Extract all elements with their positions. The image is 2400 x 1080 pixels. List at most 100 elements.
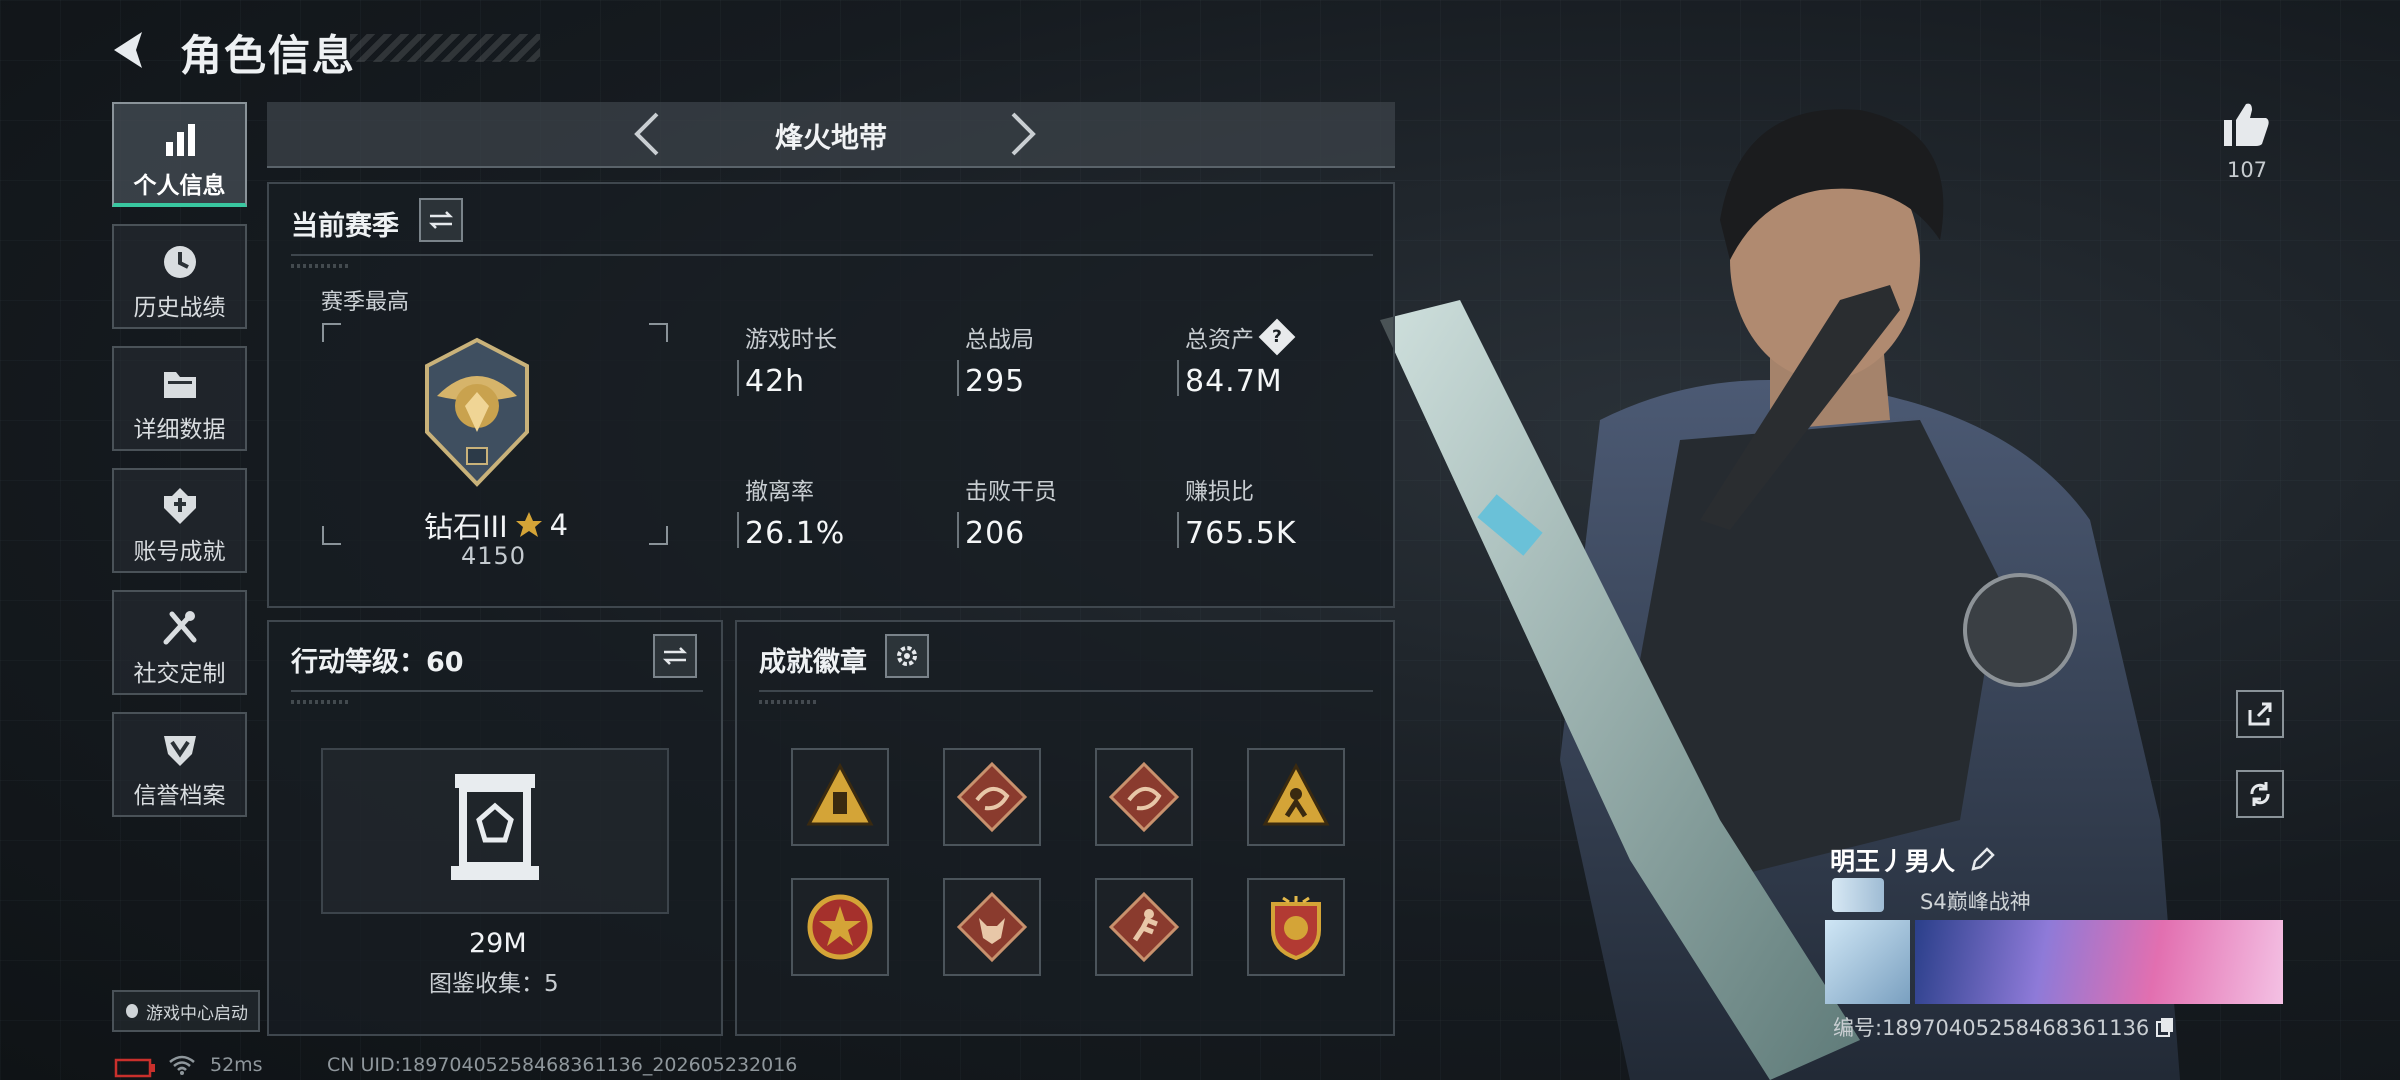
share-button[interactable] xyxy=(2236,690,2284,738)
collection-value: 29M xyxy=(469,928,527,959)
player-name-text: 明王丿男人 xyxy=(1830,847,1956,876)
stat-label-text: 游戏时长 xyxy=(745,327,837,353)
chevron-right-icon[interactable] xyxy=(997,110,1045,158)
star-icon xyxy=(515,512,542,537)
mode-selector: 烽火地带 xyxy=(267,102,1395,168)
bar-chart-icon xyxy=(166,124,195,156)
stat-label: 游戏时长 xyxy=(745,320,945,354)
badge-settings-button[interactable] xyxy=(885,634,929,678)
stat-profit-ratio: 赚损比 765.5K xyxy=(1177,472,1385,551)
game-center-launch-button[interactable]: 游戏中心启动 xyxy=(112,990,260,1032)
share-icon xyxy=(2248,702,2272,726)
badges-title: 成就徽章 xyxy=(759,647,867,678)
achievement-icon xyxy=(164,488,196,524)
stat-marker xyxy=(1177,512,1179,548)
collection-count: 图鉴收集：5 xyxy=(429,971,559,997)
stat-label: 撤离率 xyxy=(745,472,945,506)
season-switch-button[interactable] xyxy=(419,198,463,242)
diamond-rank-emblem-icon xyxy=(425,337,529,487)
badge-slot-1[interactable] xyxy=(791,748,889,846)
stat-value: 765.5K xyxy=(1185,516,1297,551)
divider xyxy=(291,254,1373,256)
title-decoration xyxy=(350,34,540,62)
stat-value: 206 xyxy=(965,516,1026,551)
stat-extract-rate: 撤离率 26.1% xyxy=(737,472,945,551)
stat-marker xyxy=(957,512,959,548)
sidebar-item-detailed-data[interactable]: 详细数据 xyxy=(112,346,247,451)
divider xyxy=(759,690,1373,692)
rank-stars: 4 xyxy=(549,508,569,542)
thumbs-up-icon[interactable] xyxy=(2218,96,2274,152)
star-medal-badge-icon xyxy=(807,894,873,960)
uid-text: CN UID:18970405258468361136_202605232016 xyxy=(327,1054,798,1076)
battery-icon xyxy=(114,1058,155,1078)
stat-label-text: 撤离率 xyxy=(745,479,814,505)
page-title: 角色信息 xyxy=(180,31,357,80)
clock-icon xyxy=(164,246,196,278)
penguin-icon xyxy=(126,1004,138,1018)
badge-slot-6[interactable] xyxy=(943,878,1041,976)
rank-score: 4150 xyxy=(461,542,527,570)
player-banner[interactable] xyxy=(1915,920,2283,1004)
action-level-title: 行动等级：60 xyxy=(291,647,464,678)
badge-slot-2[interactable] xyxy=(943,748,1041,846)
badge-slot-5[interactable] xyxy=(791,878,889,976)
stat-label-text: 总战局 xyxy=(965,327,1034,353)
player-name: 明王丿男人 xyxy=(1830,842,1995,878)
refresh-button[interactable] xyxy=(2236,770,2284,818)
copy-icon[interactable] xyxy=(2155,1016,2175,1038)
collection-display[interactable] xyxy=(321,748,669,914)
sidebar-item-social-custom[interactable]: 社交定制 xyxy=(112,590,247,695)
sidebar-item-label: 个人信息 xyxy=(133,173,226,199)
sidebar-item-label: 社交定制 xyxy=(133,661,226,687)
badge-slot-3[interactable] xyxy=(1095,748,1193,846)
back-arrow-icon[interactable] xyxy=(108,26,156,74)
player-title: S4巅峰战神 xyxy=(1920,890,2031,914)
stat-marker xyxy=(1177,360,1179,396)
player-id: 编号:18970405258468361136 xyxy=(1833,1012,2175,1042)
badge-slot-8[interactable] xyxy=(1247,878,1345,976)
decoration xyxy=(759,700,819,704)
player-avatar[interactable] xyxy=(1825,920,1910,1004)
help-text: ? xyxy=(1272,327,1282,347)
achievement-badges-panel: 成就徽章 xyxy=(735,620,1395,1036)
stat-label-text: 赚损比 xyxy=(1185,479,1254,505)
stat-value: 295 xyxy=(965,364,1026,399)
sidebar-item-history[interactable]: 历史战绩 xyxy=(112,224,247,329)
gear-icon xyxy=(897,646,917,666)
refresh-icon xyxy=(2250,782,2270,806)
ping-text: 52ms xyxy=(210,1054,263,1076)
stat-label: 总战局 xyxy=(965,320,1165,354)
swap-icon xyxy=(662,647,688,665)
badge-slot-4[interactable] xyxy=(1247,748,1345,846)
sidebar-item-label: 信誉档案 xyxy=(133,783,226,809)
crest-badge-icon xyxy=(1271,896,1321,961)
edit-icon[interactable] xyxy=(1969,847,1995,873)
stat-operators-defeated: 击败干员 206 xyxy=(957,472,1165,551)
decoration xyxy=(291,264,351,268)
tools-icon xyxy=(163,611,197,645)
wifi-icon xyxy=(169,1055,195,1075)
stat-value: 84.7M xyxy=(1185,364,1283,399)
sidebar-item-label: 历史战绩 xyxy=(133,295,226,321)
stat-label-text: 总资产 xyxy=(1185,327,1254,353)
season-badge-icon xyxy=(1832,878,1884,912)
sidebar-item-personal-info[interactable]: 个人信息 xyxy=(112,102,247,207)
stat-label: 总资产 ? xyxy=(1185,318,1385,356)
sidebar-item-reputation[interactable]: 信誉档案 xyxy=(112,712,247,817)
level-switch-button[interactable] xyxy=(653,634,697,678)
badge-slot-7[interactable] xyxy=(1095,878,1193,976)
stat-marker xyxy=(957,360,959,396)
wolf-badge-icon xyxy=(956,891,1028,963)
sidebar-item-achievements[interactable]: 账号成就 xyxy=(112,468,247,573)
stat-marker xyxy=(737,512,739,548)
shield-icon xyxy=(164,736,196,766)
decoration xyxy=(291,700,351,704)
stat-total-assets: 总资产 ? 84.7M xyxy=(1177,318,1385,399)
runner-badge-icon xyxy=(1108,891,1180,963)
help-icon[interactable]: ? xyxy=(1258,318,1296,356)
stat-value: 26.1% xyxy=(745,516,846,551)
stat-play-time: 游戏时长 42h xyxy=(737,320,945,399)
player-id-text: 编号:18970405258468361136 xyxy=(1833,1016,2150,1040)
sidebar-item-label: 详细数据 xyxy=(133,417,226,443)
